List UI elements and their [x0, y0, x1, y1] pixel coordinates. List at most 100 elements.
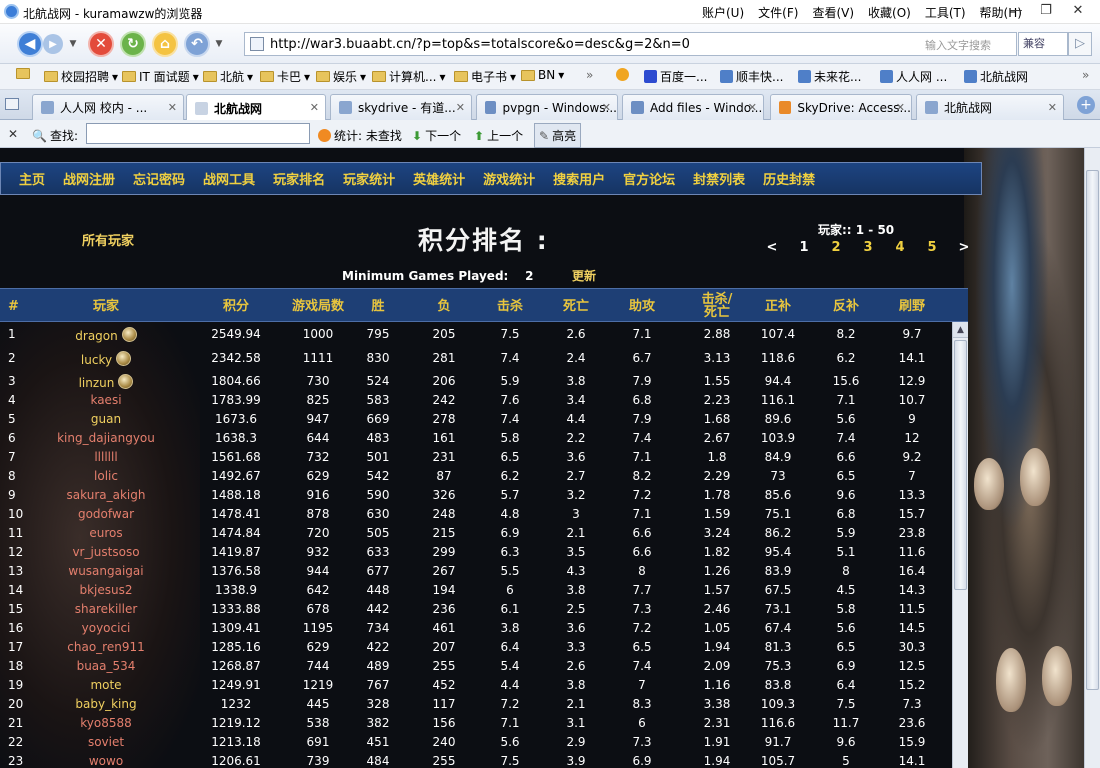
player-name[interactable]: wusangaigai	[68, 564, 143, 578]
highlight-button[interactable]: ✎ 高亮	[534, 123, 582, 148]
find-prev-button[interactable]: ⬆ 上一个	[474, 127, 523, 144]
page-scroll-thumb[interactable]	[1086, 170, 1099, 690]
player-name-link[interactable]: godofwar	[36, 507, 176, 521]
address-field[interactable]: http://war3.buaabt.cn/?p=top&s=totalscor…	[244, 32, 1017, 56]
nav-ban-history[interactable]: 历史封禁	[763, 169, 815, 188]
player-name[interactable]: sharekiller	[75, 602, 138, 616]
col-assists-header[interactable]: 助攻	[616, 289, 668, 323]
tab-list-icon[interactable]	[5, 98, 19, 110]
scroll-thumb[interactable]	[954, 340, 967, 590]
menu-view[interactable]: 查看(V)	[812, 4, 854, 21]
player-name[interactable]: bkjesus2	[79, 583, 132, 597]
player-filter[interactable]: 所有玩家	[82, 230, 134, 249]
undo-close-icon[interactable]: ↶	[184, 31, 210, 57]
player-name-link[interactable]: bkjesus2	[36, 583, 176, 597]
player-name[interactable]: sakura_akigh	[67, 488, 146, 502]
col-deaths-header[interactable]: 死亡	[550, 289, 602, 323]
bookmark-extra-icon[interactable]	[616, 68, 629, 81]
close-tab-icon[interactable]: ✕	[310, 101, 319, 114]
player-name[interactable]: king_dajiangyou	[57, 431, 155, 445]
player-name[interactable]: buaa_534	[77, 659, 136, 673]
page-next[interactable]: >	[948, 240, 980, 255]
player-name[interactable]: linzun	[79, 376, 115, 390]
bookmark-link[interactable]: 百度一...	[644, 68, 707, 85]
find-next-button[interactable]: ⬇ 下一个	[412, 127, 461, 144]
tab-buaa-bnet[interactable]: 北航战网 ✕	[186, 94, 326, 121]
player-name-link[interactable]: euros	[36, 526, 176, 540]
player-name[interactable]: baby_king	[75, 697, 136, 711]
bookmark-link[interactable]: 顺丰快...	[720, 68, 783, 85]
nav-game-stats[interactable]: 游戏统计	[483, 169, 535, 188]
bookmark-folder[interactable]: 计算机... ▾	[372, 68, 445, 85]
player-name[interactable]: guan	[91, 412, 121, 426]
player-name[interactable]: wowo	[89, 754, 123, 768]
close-find-icon[interactable]: ✕	[8, 127, 18, 141]
player-name-link[interactable]: wowo	[36, 754, 176, 768]
player-name[interactable]: vr_justsoso	[72, 545, 139, 559]
go-icon[interactable]: ▷	[1068, 32, 1092, 56]
player-name-link[interactable]: chao_ren911	[36, 640, 176, 654]
player-name-link[interactable]: dragon	[36, 327, 176, 343]
bookmark-folder[interactable]: 校园招聘 ▾	[44, 68, 118, 85]
refresh-link[interactable]: 更新	[572, 267, 596, 284]
close-tab-icon[interactable]: ✕	[1048, 101, 1057, 114]
player-name-link[interactable]: lucky	[36, 351, 176, 367]
tab-skydrive-access[interactable]: SkyDrive: Access... ✕	[770, 94, 912, 120]
nav-search-users[interactable]: 搜索用户	[553, 169, 605, 188]
refresh-icon[interactable]: ↻	[120, 31, 146, 57]
player-name[interactable]: dragon	[75, 329, 117, 343]
bookmark-folder[interactable]: 北航 ▾	[203, 68, 253, 85]
player-name-link[interactable]: kyo8588	[36, 716, 176, 730]
player-name[interactable]: mote	[90, 678, 121, 692]
nav-forgot-password[interactable]: 忘记密码	[133, 169, 185, 188]
col-score-header[interactable]: 积分	[196, 289, 276, 323]
player-name-link[interactable]: linzun	[36, 374, 176, 390]
player-name-link[interactable]: king_dajiangyou	[36, 431, 176, 445]
scroll-up-icon[interactable]: ▲	[953, 322, 968, 338]
favorites-home-icon[interactable]	[16, 68, 30, 79]
search-placeholder[interactable]: 输入文字搜索	[925, 37, 991, 53]
player-name[interactable]: euros	[89, 526, 122, 540]
page-link[interactable]: 4	[884, 240, 916, 255]
page-link[interactable]: 3	[852, 240, 884, 255]
back-icon[interactable]: ◀	[17, 31, 43, 57]
close-tab-icon[interactable]: ✕	[168, 101, 177, 114]
tab-add-files[interactable]: Add files - Windo... ✕	[622, 94, 764, 120]
close-tab-icon[interactable]: ✕	[602, 101, 611, 114]
player-name-link[interactable]: guan	[36, 412, 176, 426]
player-name[interactable]: yoyocici	[82, 621, 131, 635]
compat-mode-button[interactable]: 兼容	[1018, 32, 1068, 56]
player-name-link[interactable]: wusangaigai	[36, 564, 176, 578]
bookmark-folder[interactable]: 电子书 ▾	[454, 68, 516, 85]
menu-file[interactable]: 文件(F)	[758, 4, 798, 21]
close-tab-icon[interactable]: ✕	[456, 101, 465, 114]
bookmark-folder[interactable]: IT 面试题 ▾	[122, 68, 199, 85]
col-kd-header[interactable]: 击杀/ 死亡	[682, 289, 752, 323]
stop-icon[interactable]: ✕	[88, 31, 114, 57]
tab-renren[interactable]: 人人网 校内 - ... ✕	[32, 94, 184, 120]
player-name-link[interactable]: sharekiller	[36, 602, 176, 616]
player-name[interactable]: lllllll	[94, 450, 117, 464]
close-window-icon[interactable]: ✕	[1064, 2, 1092, 20]
restore-icon[interactable]: ❐	[1032, 2, 1060, 20]
tab-skydrive[interactable]: skydrive - 有道... ✕	[330, 94, 472, 120]
tab-buaa-bnet-2[interactable]: 北航战网 ✕	[916, 94, 1064, 120]
new-tab-icon[interactable]: +	[1077, 96, 1095, 114]
bookmark-link[interactable]: 北航战网	[964, 68, 1028, 85]
bookmarks-overflow-icon[interactable]: »	[1082, 68, 1089, 82]
col-denies-header[interactable]: 反补	[820, 289, 872, 323]
menu-account[interactable]: 账户(U)	[702, 4, 744, 21]
player-name[interactable]: soviet	[88, 735, 124, 749]
player-name-link[interactable]: lllllll	[36, 450, 176, 464]
bookmark-folder[interactable]: 娱乐 ▾	[316, 68, 366, 85]
col-rank-header[interactable]: #	[0, 289, 22, 323]
bookmark-folder[interactable]: BN ▾	[521, 68, 564, 82]
col-kills-header[interactable]: 击杀	[484, 289, 536, 323]
page-scrollbar[interactable]	[1084, 148, 1100, 768]
nav-ban-list[interactable]: 封禁列表	[693, 169, 745, 188]
find-input[interactable]	[86, 123, 310, 144]
tab-pvpgn[interactable]: pvpgn - Windows... ✕	[476, 94, 618, 120]
bookmark-folder[interactable]: 卡巴 ▾	[260, 68, 310, 85]
minimize-icon[interactable]: —	[1002, 2, 1030, 20]
history-dropdown-icon[interactable]: ▼	[66, 31, 80, 57]
